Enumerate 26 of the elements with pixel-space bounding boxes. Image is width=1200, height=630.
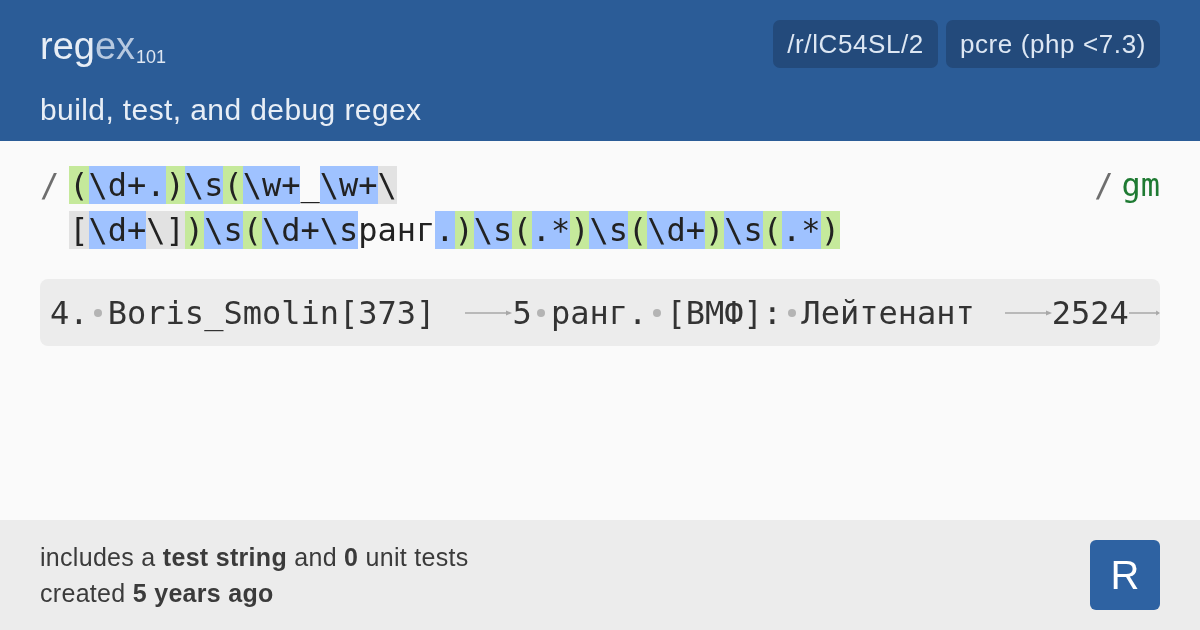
space-dot-icon	[652, 308, 661, 317]
permalink-badge[interactable]: /r/lC54SL/2	[773, 20, 938, 68]
site-logo[interactable]: regex$_{101}$	[40, 24, 167, 79]
tab-arrow-icon	[1128, 308, 1160, 317]
regex-pattern-line[interactable]: [\d+\])\s(\d+\sранг.)\s(.*)\s(\d+)\s(.*)	[69, 208, 840, 253]
logo-mark[interactable]: R	[1090, 540, 1160, 610]
regex-delimiter: /	[40, 165, 60, 206]
space-dot-icon	[787, 308, 796, 317]
test-string-text: 5	[512, 292, 532, 334]
tab-arrow-icon	[1004, 308, 1052, 317]
tab-arrow-icon	[465, 308, 513, 317]
test-string-text: 2524	[1051, 292, 1129, 334]
test-string-text: 4.	[50, 292, 89, 334]
tagline: build, test, and debug regex	[40, 92, 422, 128]
footer-info-text: created 5 years ago	[40, 578, 274, 609]
test-string-text: Boris_Smolin[373]	[107, 292, 436, 334]
space-dot-icon	[94, 308, 103, 317]
space-dot-icon	[537, 308, 546, 317]
test-string-text: ранг.	[550, 292, 648, 334]
test-string-text: [ВМФ]:	[666, 292, 783, 334]
regex-flags[interactable]: gm	[1121, 163, 1160, 208]
regex-delimiter: /	[1094, 165, 1114, 206]
flavor-badge[interactable]: pcre (php <7.3)	[945, 20, 1160, 68]
test-string-text: Лейтенант	[801, 292, 975, 334]
regex-pattern-line[interactable]: (\d+.)\s(\w+_\w+\	[69, 163, 397, 208]
footer-info-text: includes a test string and 0 unit tests	[40, 542, 469, 573]
